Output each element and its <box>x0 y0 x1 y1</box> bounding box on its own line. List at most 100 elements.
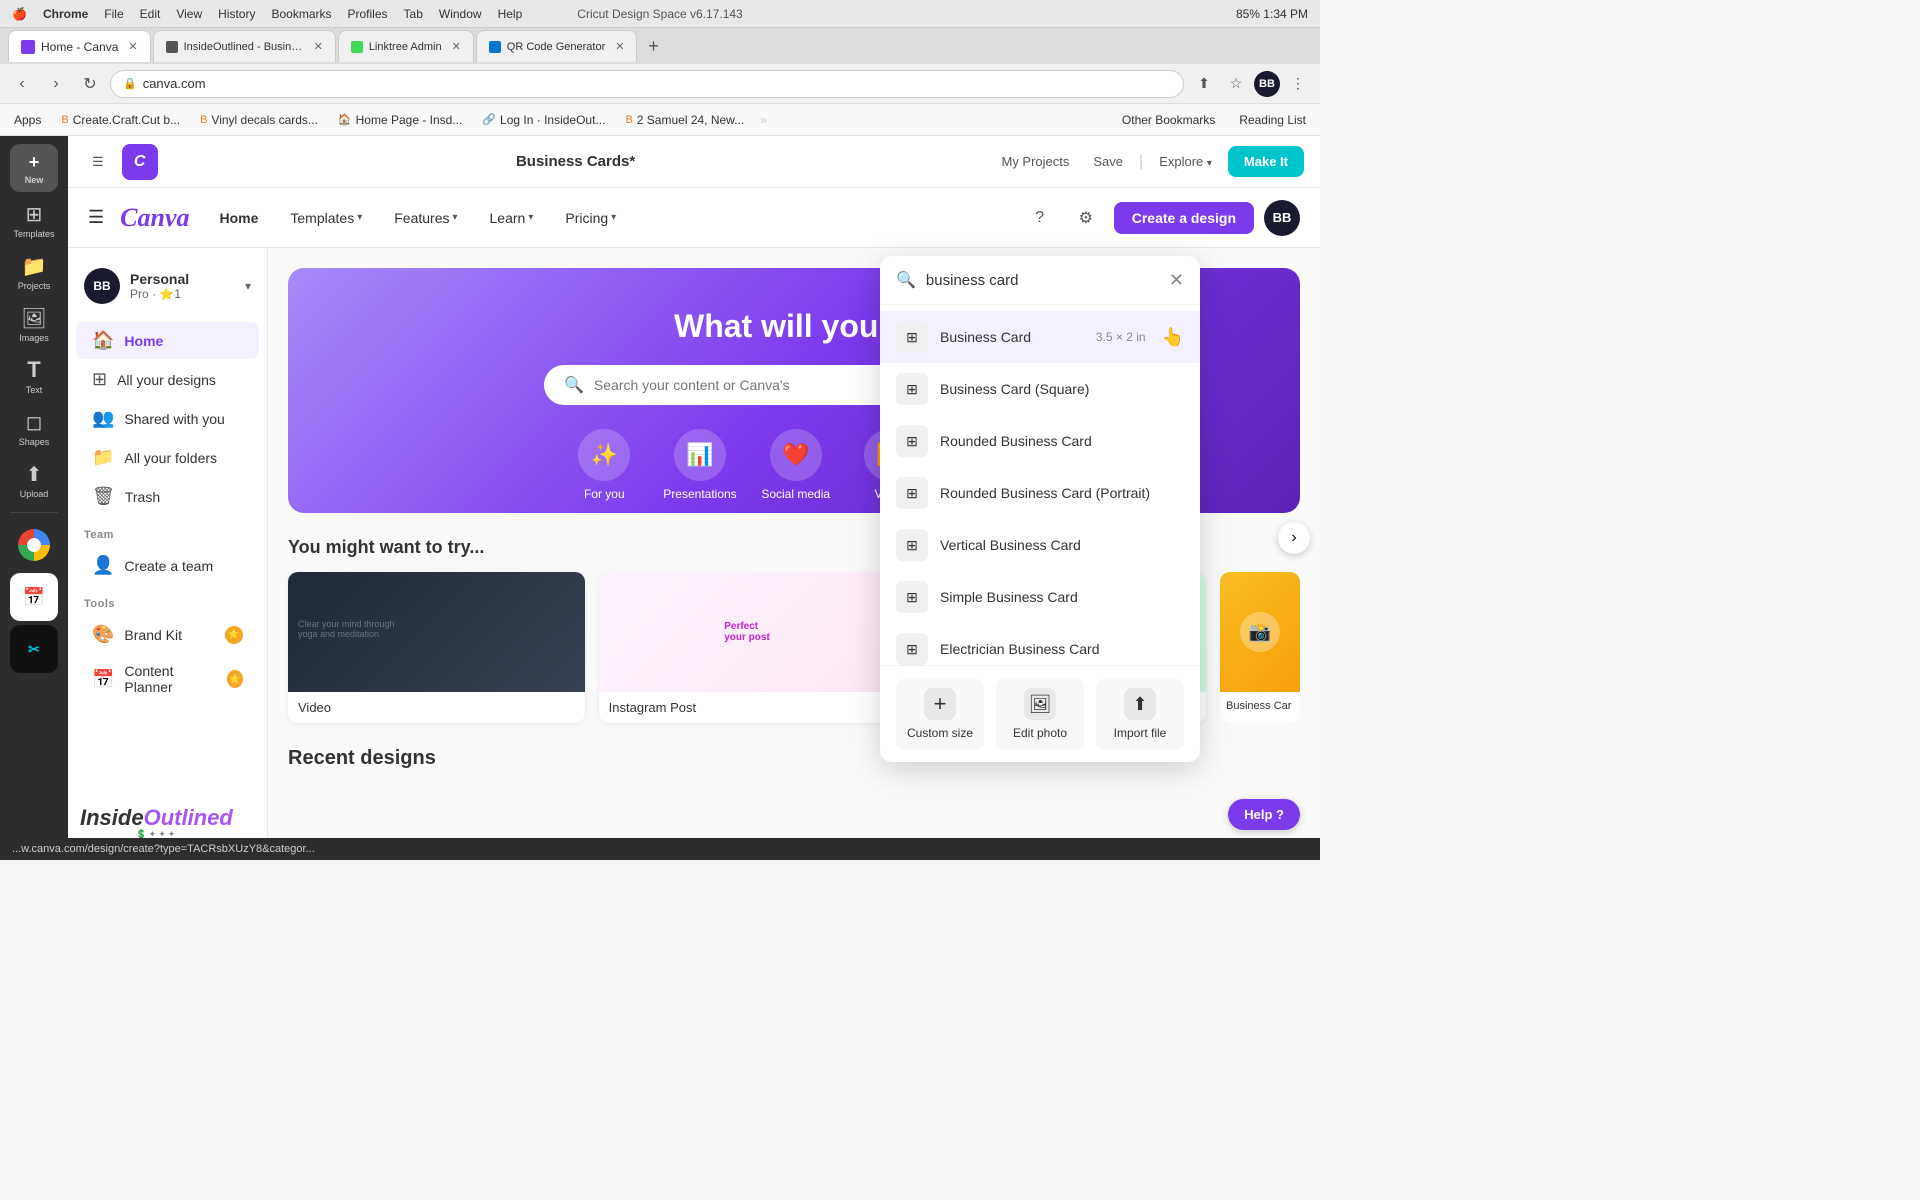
nav-hamburger-icon[interactable]: ☰ <box>88 207 104 228</box>
dock-item-templates[interactable]: ⊞ Templates <box>6 196 62 244</box>
dock-item-new[interactable]: + New <box>10 144 58 192</box>
dock-projects-icon: 📁 <box>22 254 47 279</box>
result-electrician[interactable]: ⊞ Electrician Business Card <box>880 623 1200 665</box>
my-projects-button[interactable]: My Projects <box>993 150 1077 173</box>
profiles-menu[interactable]: Profiles <box>348 7 388 21</box>
make-it-button[interactable]: Make It <box>1228 146 1304 177</box>
app-name[interactable]: Chrome <box>43 7 88 21</box>
bookmark-apps[interactable]: Apps <box>8 111 47 129</box>
all-designs-icon: ⊞ <box>92 369 107 390</box>
tab-close-linktree[interactable]: ✕ <box>452 40 461 53</box>
cards-next-arrow[interactable]: › <box>1278 522 1310 554</box>
hero-cat-social[interactable]: ❤️ Social media <box>761 429 831 513</box>
nav-features-link[interactable]: Features ▾ <box>384 204 467 232</box>
edit-photo-icon: 🖼 <box>1024 688 1056 720</box>
bookmark-login-label: Log In · InsideOut... <box>500 113 605 127</box>
help-menu[interactable]: Help <box>498 7 523 21</box>
result-business-card[interactable]: ⊞ Business Card 3.5 × 2 in 👆 <box>880 311 1200 363</box>
custom-size-button[interactable]: + Custom size <box>896 678 984 750</box>
sidebar-item-create-team[interactable]: 👤 Create a team <box>76 547 259 584</box>
explore-button[interactable]: Explore ▾ <box>1151 150 1220 173</box>
nav-home-link[interactable]: Home <box>209 204 268 232</box>
dock-item-projects[interactable]: 📁 Projects <box>6 248 62 296</box>
bookmarks-menu[interactable]: Bookmarks <box>271 7 331 21</box>
bookmark-login[interactable]: 🔗 Log In · InsideOut... <box>476 111 611 129</box>
hero-cat-presentations[interactable]: 📊 Presentations <box>663 429 736 513</box>
help-button[interactable]: Help ? <box>1228 799 1300 830</box>
tab-linktree[interactable]: Linktree Admin ✕ <box>338 30 474 62</box>
profile-circle[interactable]: BB <box>1254 71 1280 97</box>
tab-close-canva[interactable]: ✕ <box>128 40 137 53</box>
design-card-video[interactable]: Clear your mind throughyoga and meditati… <box>288 572 585 723</box>
tab-close-qr[interactable]: ✕ <box>615 40 624 53</box>
dock-item-text[interactable]: T Text <box>6 352 62 400</box>
sidebar-item-home[interactable]: 🏠 Home <box>76 322 259 359</box>
history-menu[interactable]: History <box>218 7 255 21</box>
dock-item-images[interactable]: 🖼 Images <box>6 300 62 348</box>
sidebar-profile[interactable]: BB Personal Pro · ⭐1 ▾ <box>68 260 267 312</box>
nav-learn-link[interactable]: Learn ▾ <box>480 204 544 232</box>
new-tab-button[interactable]: + <box>639 32 667 60</box>
profile-tier: Pro · ⭐1 <box>130 287 235 301</box>
result-label-2: Rounded Business Card <box>940 433 1184 449</box>
settings-icon-button[interactable]: ⚙ <box>1068 200 1104 236</box>
bookmark-vinyl[interactable]: B Vinyl decals cards... <box>194 111 324 129</box>
bookmark-homepage[interactable]: 🏠 Home Page - Insd... <box>332 111 468 129</box>
reload-button[interactable]: ↻ <box>76 70 104 98</box>
edit-photo-button[interactable]: 🖼 Edit photo <box>996 678 1084 750</box>
sidebar-item-shared[interactable]: 👥 Shared with you <box>76 400 259 437</box>
search-overlay-input[interactable] <box>926 272 1159 289</box>
canva-logo-text[interactable]: Canva <box>120 203 189 232</box>
more-options-icon[interactable]: ⋮ <box>1284 70 1312 98</box>
dock-app-calendar[interactable]: 📅 <box>10 573 58 621</box>
share-icon[interactable]: ⬆ <box>1190 70 1218 98</box>
result-simple[interactable]: ⊞ Simple Business Card <box>880 571 1200 623</box>
file-menu[interactable]: File <box>104 7 123 21</box>
address-bar[interactable]: 🔒 canva.com <box>110 70 1184 98</box>
sidebar-item-brand-kit[interactable]: 🎨 Brand Kit ⭐ <box>76 616 259 653</box>
result-rounded[interactable]: ⊞ Rounded Business Card <box>880 415 1200 467</box>
card-label-instagram: Instagram Post <box>599 692 896 723</box>
edit-menu[interactable]: Edit <box>140 7 161 21</box>
canva-logo-small[interactable]: C <box>122 144 158 180</box>
forward-button[interactable]: › <box>42 70 70 98</box>
dock-item-upload[interactable]: ⬆ Upload <box>6 456 62 504</box>
back-button[interactable]: ‹ <box>8 70 36 98</box>
nav-pricing-link[interactable]: Pricing ▾ <box>555 204 626 232</box>
create-design-button[interactable]: Create a design <box>1114 202 1254 234</box>
bookmark-create[interactable]: B Create.Craft.Cut b... <box>55 111 186 129</box>
nav-pricing-label: Pricing <box>565 210 608 226</box>
tab-canva-home[interactable]: Home - Canva ✕ <box>8 30 151 62</box>
nav-templates-link[interactable]: Templates ▾ <box>280 204 372 232</box>
view-menu[interactable]: View <box>176 7 202 21</box>
bookmark-icon[interactable]: ☆ <box>1222 70 1250 98</box>
other-bookmarks[interactable]: Other Bookmarks <box>1116 111 1221 129</box>
sidebar-item-folders[interactable]: 📁 All your folders <box>76 439 259 476</box>
search-close-button[interactable]: ✕ <box>1169 271 1184 289</box>
tab-close-inside[interactable]: ✕ <box>314 40 323 53</box>
sidebar-item-content-planner[interactable]: 📅 Content Planner ⭐ <box>76 655 259 703</box>
result-rounded-portrait[interactable]: ⊞ Rounded Business Card (Portrait) <box>880 467 1200 519</box>
design-card-instagram[interactable]: Perfectyour post Instagram Post <box>599 572 896 723</box>
sidebar-item-all-designs[interactable]: ⊞ All your designs <box>76 361 259 398</box>
result-vertical[interactable]: ⊞ Vertical Business Card <box>880 519 1200 571</box>
sidebar-item-trash[interactable]: 🗑 Trash <box>76 478 259 515</box>
bookmark-samuel[interactable]: B 2 Samuel 24, New... <box>619 111 750 129</box>
help-icon-button[interactable]: ? <box>1022 200 1058 236</box>
tab-menu[interactable]: Tab <box>404 7 423 21</box>
reading-list[interactable]: Reading List <box>1233 111 1312 129</box>
dock-app-cricut[interactable]: ✂ <box>10 625 58 673</box>
hero-cat-for-you[interactable]: ✨ For you <box>569 429 639 513</box>
design-card-partial[interactable]: 📸 Business Car <box>1220 572 1300 723</box>
tab-qr[interactable]: QR Code Generator ✕ <box>476 30 638 62</box>
dock-item-shapes[interactable]: ◻ Shapes <box>6 404 62 452</box>
apple-icon[interactable]: 🍎 <box>12 7 27 21</box>
user-avatar-nav[interactable]: BB <box>1264 200 1300 236</box>
import-file-button[interactable]: ⬆ Import file <box>1096 678 1184 750</box>
tab-insideoutlined[interactable]: InsideOutlined - Business Car... ✕ <box>153 30 336 62</box>
result-business-card-square[interactable]: ⊞ Business Card (Square) <box>880 363 1200 415</box>
save-button[interactable]: Save <box>1085 150 1131 173</box>
dock-app-chrome[interactable] <box>10 521 58 569</box>
hamburger-menu-button[interactable]: ☰ <box>84 150 112 174</box>
window-menu[interactable]: Window <box>439 7 482 21</box>
